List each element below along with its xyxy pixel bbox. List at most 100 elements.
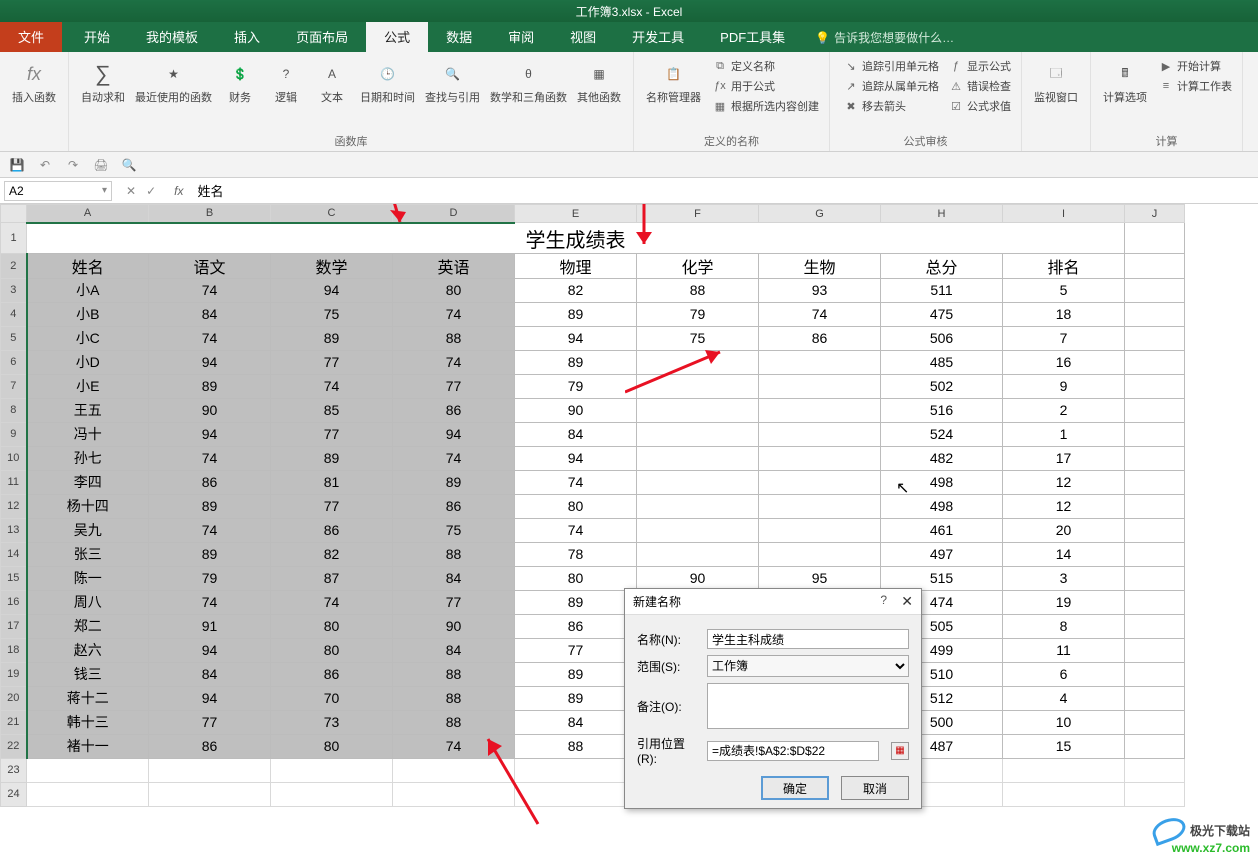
cell-B20[interactable]: 94 bbox=[149, 686, 271, 710]
cell-E18[interactable]: 77 bbox=[515, 638, 637, 662]
cell-B11[interactable]: 86 bbox=[149, 470, 271, 494]
scope-select[interactable]: 工作簿 bbox=[707, 655, 909, 677]
cell-H9[interactable]: 524 bbox=[881, 422, 1003, 446]
cell-A3[interactable]: 小A bbox=[27, 278, 149, 302]
cell-E7[interactable]: 79 bbox=[515, 374, 637, 398]
cell-J7[interactable] bbox=[1125, 374, 1185, 398]
cell-C24[interactable] bbox=[271, 782, 393, 806]
cell-E20[interactable]: 89 bbox=[515, 686, 637, 710]
cell-A17[interactable]: 郑二 bbox=[27, 614, 149, 638]
cell-J6[interactable] bbox=[1125, 350, 1185, 374]
tab-pdf[interactable]: PDF工具集 bbox=[702, 21, 803, 52]
create-from-selection-item[interactable]: ▦根据所选内容创建 bbox=[711, 96, 821, 116]
cell-B16[interactable]: 74 bbox=[149, 590, 271, 614]
cell-D14[interactable]: 88 bbox=[393, 542, 515, 566]
cell-J24[interactable] bbox=[1125, 782, 1185, 806]
cell-C22[interactable]: 80 bbox=[271, 734, 393, 758]
cell-I18[interactable]: 11 bbox=[1003, 638, 1125, 662]
cell-A24[interactable] bbox=[27, 782, 149, 806]
cell-H8[interactable]: 516 bbox=[881, 398, 1003, 422]
cell-C21[interactable]: 73 bbox=[271, 710, 393, 734]
cell-F13[interactable] bbox=[637, 518, 759, 542]
cell-I2[interactable]: 排名 bbox=[1003, 253, 1125, 278]
cell-J17[interactable] bbox=[1125, 614, 1185, 638]
col-header-E[interactable]: E bbox=[515, 205, 637, 223]
tab-file[interactable]: 文件 bbox=[0, 21, 62, 52]
row-head-5[interactable]: 5 bbox=[1, 326, 27, 350]
cell-C2[interactable]: 数学 bbox=[271, 253, 393, 278]
cell-C7[interactable]: 74 bbox=[271, 374, 393, 398]
cell-I21[interactable]: 10 bbox=[1003, 710, 1125, 734]
tab-dev[interactable]: 开发工具 bbox=[614, 21, 702, 52]
error-check-item[interactable]: ⚠错误检查 bbox=[947, 76, 1013, 96]
insert-function-button[interactable]: fx 插入函数 bbox=[8, 56, 60, 107]
cell-A16[interactable]: 周八 bbox=[27, 590, 149, 614]
name-manager-button[interactable]: 📋名称管理器 bbox=[642, 56, 705, 107]
cell-J12[interactable] bbox=[1125, 494, 1185, 518]
select-all-corner[interactable] bbox=[1, 205, 27, 223]
cell-E8[interactable]: 90 bbox=[515, 398, 637, 422]
tab-review[interactable]: 审阅 bbox=[490, 21, 552, 52]
cell-J20[interactable] bbox=[1125, 686, 1185, 710]
cell-I11[interactable]: 12 bbox=[1003, 470, 1125, 494]
cell-C19[interactable]: 86 bbox=[271, 662, 393, 686]
save-icon[interactable]: 💾 bbox=[8, 156, 26, 174]
cell-A18[interactable]: 赵六 bbox=[27, 638, 149, 662]
cell-G5[interactable]: 86 bbox=[759, 326, 881, 350]
cell-I13[interactable]: 20 bbox=[1003, 518, 1125, 542]
evaluate-formula-item[interactable]: ☑公式求值 bbox=[947, 96, 1013, 116]
cell-E23[interactable] bbox=[515, 758, 637, 782]
row-head-8[interactable]: 8 bbox=[1, 398, 27, 422]
show-formula-item[interactable]: ƒ显示公式 bbox=[947, 56, 1013, 76]
cell-A7[interactable]: 小E bbox=[27, 374, 149, 398]
sheet-area[interactable]: ABCDEFGHIJ1学生成绩表2姓名语文数学英语物理化学生物总分排名3小A74… bbox=[0, 204, 1258, 861]
math-fn-button[interactable]: θ数学和三角函数 bbox=[486, 56, 571, 107]
cell-J5[interactable] bbox=[1125, 326, 1185, 350]
row-head-15[interactable]: 15 bbox=[1, 566, 27, 590]
cancel-button[interactable]: 取消 bbox=[841, 776, 909, 800]
cell-C13[interactable]: 86 bbox=[271, 518, 393, 542]
cell-B3[interactable]: 74 bbox=[149, 278, 271, 302]
cell-E14[interactable]: 78 bbox=[515, 542, 637, 566]
logic-fn-button[interactable]: ?逻辑 bbox=[264, 56, 308, 107]
tab-templates[interactable]: 我的模板 bbox=[128, 21, 216, 52]
cell-E17[interactable]: 86 bbox=[515, 614, 637, 638]
ref-picker-button[interactable]: ▦ bbox=[891, 742, 909, 760]
cell-A12[interactable]: 杨十四 bbox=[27, 494, 149, 518]
cell-D8[interactable]: 86 bbox=[393, 398, 515, 422]
cell-I3[interactable]: 5 bbox=[1003, 278, 1125, 302]
dialog-title-bar[interactable]: 新建名称 ? ✕ bbox=[625, 589, 921, 615]
col-header-J[interactable]: J bbox=[1125, 205, 1185, 223]
trace-precedents-item[interactable]: ↘追踪引用单元格 bbox=[842, 56, 941, 76]
col-header-C[interactable]: C bbox=[271, 205, 393, 223]
col-header-I[interactable]: I bbox=[1003, 205, 1125, 223]
cell-G14[interactable] bbox=[759, 542, 881, 566]
fx-icon-small[interactable]: fx bbox=[166, 184, 191, 198]
cell-D17[interactable]: 90 bbox=[393, 614, 515, 638]
cell-G11[interactable] bbox=[759, 470, 881, 494]
row-head-13[interactable]: 13 bbox=[1, 518, 27, 542]
cell-J3[interactable] bbox=[1125, 278, 1185, 302]
row-head-7[interactable]: 7 bbox=[1, 374, 27, 398]
cell-G2[interactable]: 生物 bbox=[759, 253, 881, 278]
tab-data[interactable]: 数据 bbox=[428, 21, 490, 52]
cell-H10[interactable]: 482 bbox=[881, 446, 1003, 470]
cell-I23[interactable] bbox=[1003, 758, 1125, 782]
cell-J14[interactable] bbox=[1125, 542, 1185, 566]
cell-A23[interactable] bbox=[27, 758, 149, 782]
cell-H12[interactable]: 498 bbox=[881, 494, 1003, 518]
cell-H13[interactable]: 461 bbox=[881, 518, 1003, 542]
cell-I22[interactable]: 15 bbox=[1003, 734, 1125, 758]
cell-D11[interactable]: 89 bbox=[393, 470, 515, 494]
cell-B22[interactable]: 86 bbox=[149, 734, 271, 758]
cell-I5[interactable]: 7 bbox=[1003, 326, 1125, 350]
cell-D6[interactable]: 74 bbox=[393, 350, 515, 374]
tab-layout[interactable]: 页面布局 bbox=[278, 21, 366, 52]
cell-J11[interactable] bbox=[1125, 470, 1185, 494]
text-fn-button[interactable]: A文本 bbox=[310, 56, 354, 107]
cell-B6[interactable]: 94 bbox=[149, 350, 271, 374]
calc-options-button[interactable]: 🖩计算选项 bbox=[1099, 56, 1151, 107]
cell-G13[interactable] bbox=[759, 518, 881, 542]
cell-H3[interactable]: 511 bbox=[881, 278, 1003, 302]
cell-E12[interactable]: 80 bbox=[515, 494, 637, 518]
